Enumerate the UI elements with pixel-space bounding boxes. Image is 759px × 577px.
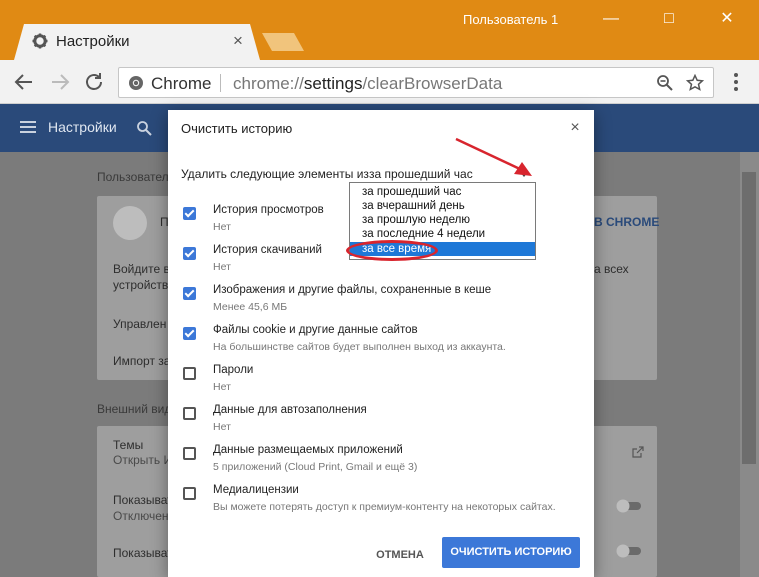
dialog-close-button[interactable]: × [566,119,584,137]
new-tab-button[interactable] [262,33,304,51]
signin-text-right: а всех [594,262,629,276]
chrome-logo-icon [129,76,143,90]
option-title: Файлы cookie и другие данные сайтов [213,324,418,336]
show-row-2[interactable]: Показыват [113,546,173,560]
search-icon[interactable] [136,120,152,136]
option-title: Данные размещаемых приложений [213,444,403,456]
site-chip: Chrome [151,74,212,93]
settings-title: Настройки [48,119,117,135]
option-title: История просмотров [213,204,324,216]
dialog-title: Очистить историю [181,121,293,136]
time-range-label: Удалить следующие элементы из [181,167,369,181]
toggle-switch[interactable] [615,543,643,559]
minimize-button[interactable]: — [596,6,626,32]
checkbox[interactable] [183,367,196,380]
option-title: Пароли [213,364,254,376]
option-subtitle: Вы можете потерять доступ к премиум-конт… [213,501,556,513]
signin-text: Войдите в [113,262,170,276]
option-cached-files[interactable]: Изображения и другие файлы, сохраненные … [168,284,594,324]
option-passwords[interactable]: Пароли Нет [168,364,594,404]
option-subtitle: На большинстве сайтов будет выполнен вых… [213,341,506,353]
themes-sub: Открыть И [113,453,173,467]
import-row[interactable]: Импорт за [113,354,170,368]
maximize-button[interactable]: □ [654,6,684,32]
omnibox-separator [220,74,221,92]
signin-text-2: устройства [113,278,175,292]
scrollbar-thumb[interactable] [742,172,756,464]
checkbox[interactable] [183,247,196,260]
option-subtitle: Менее 45,6 МБ [213,301,288,313]
browser-toolbar: Chrome chrome://settings/clearBrowserDat… [0,60,759,104]
option-title: История скачиваний [213,244,322,256]
show-row-1[interactable]: Показыват [113,493,173,507]
tab-title: Настройки [56,33,130,50]
tab-close-button[interactable]: × [230,31,246,51]
address-bar[interactable]: Chrome chrome://settings/clearBrowserDat… [118,67,714,98]
title-bar: Настройки × Пользователь 1 — □ ✕ [0,0,759,60]
window-close-button[interactable]: ✕ [712,6,742,32]
option-download-history[interactable]: История скачиваний Нет [168,244,594,284]
checkbox[interactable] [183,447,196,460]
themes-row[interactable]: Темы [113,438,143,452]
annotation-arrow-icon [455,137,532,176]
option-cookies[interactable]: Файлы cookie и другие данные сайтов На б… [168,324,594,364]
external-link-icon[interactable] [632,446,644,458]
star-icon[interactable] [686,74,704,92]
option-subtitle: 5 приложений (Cloud Print, Gmail и ещё 3… [213,461,418,473]
section-people-heading: Пользовател [97,170,169,184]
option-browsing-history[interactable]: История просмотров Нет [168,204,594,244]
option-title: Изображения и другие файлы, сохраненные … [213,284,492,296]
clear-history-dialog: Очистить историю × Удалить следующие эле… [168,110,594,577]
option-subtitle: Нет [213,381,231,393]
reload-icon[interactable] [82,70,106,94]
checkbox[interactable] [183,327,196,340]
forward-arrow-icon[interactable] [48,70,72,94]
option-media-licenses[interactable]: Медиалицензии Вы можете потерять доступ … [168,484,594,524]
profile-name[interactable]: Пользователь 1 [463,12,558,27]
show-row-1-sub: Отключен [113,509,169,523]
toggle-switch[interactable] [615,498,643,514]
people-card-link[interactable]: В CHROME [594,215,659,229]
gear-icon [32,33,48,49]
clear-history-button[interactable]: ОЧИСТИТЬ ИСТОРИЮ [442,537,580,568]
checkbox[interactable] [183,407,196,420]
avatar [113,206,147,240]
hamburger-menu-icon[interactable] [20,120,36,134]
option-subtitle: Нет [213,221,231,233]
section-appearance-heading: Внешний вид [97,402,172,416]
manage-row[interactable]: Управлен [113,317,166,331]
checkbox[interactable] [183,207,196,220]
checkbox[interactable] [183,287,196,300]
zoom-icon[interactable] [656,74,674,92]
tab-settings[interactable]: Настройки × [14,24,260,60]
checkbox[interactable] [183,487,196,500]
option-title: Данные для автозаполнения [213,404,367,416]
back-arrow-icon[interactable] [12,70,36,94]
time-range-option[interactable]: за прошедший час [350,185,535,199]
more-vert-icon[interactable] [726,70,746,94]
option-autofill[interactable]: Данные для автозаполнения Нет [168,404,594,444]
cancel-button[interactable]: ОТМЕНА [364,540,436,570]
option-subtitle: Нет [213,261,231,273]
option-hosted-apps[interactable]: Данные размещаемых приложений 5 приложен… [168,444,594,484]
url-text[interactable]: chrome://settings/clearBrowserData [233,74,502,94]
option-subtitle: Нет [213,421,231,433]
option-title: Медиалицензии [213,484,299,496]
